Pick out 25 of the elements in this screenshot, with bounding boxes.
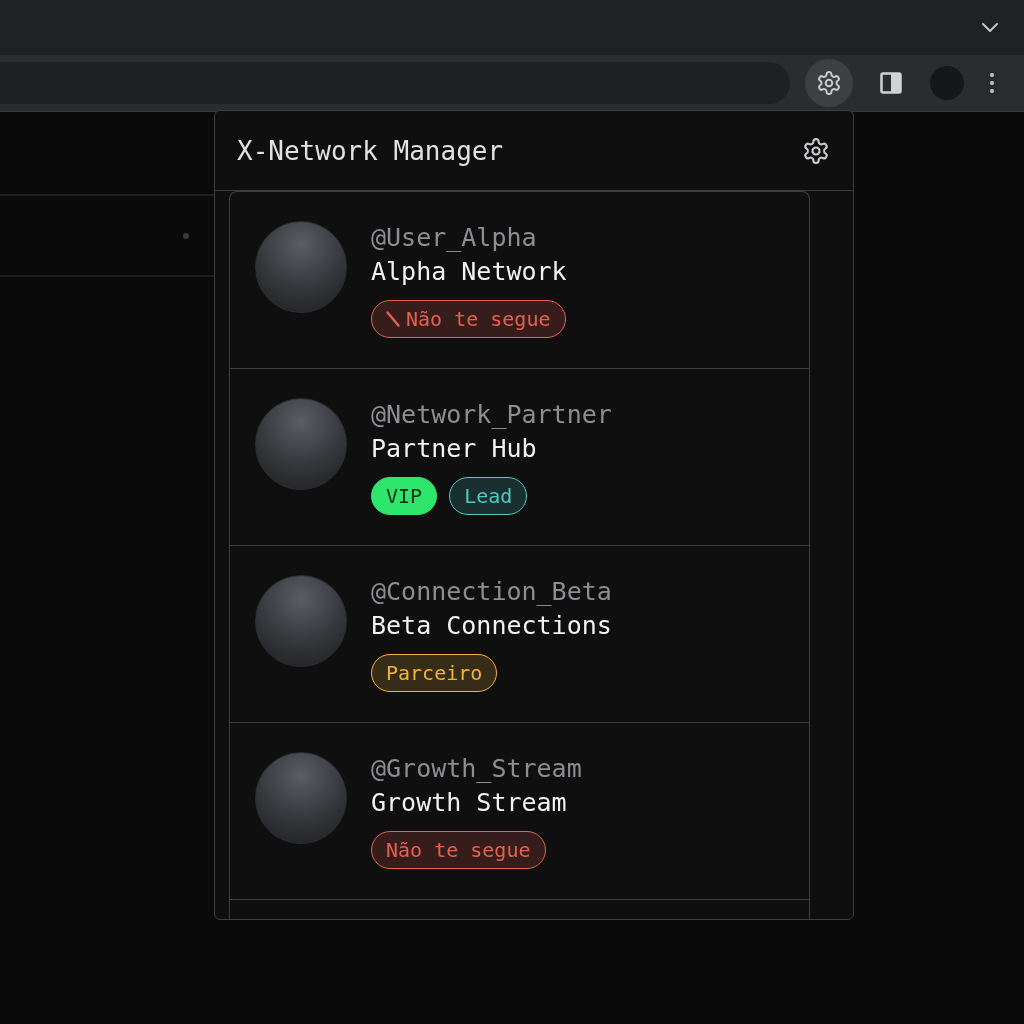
account-row[interactable]: @Connection_Beta Beta Connections Parceiro xyxy=(230,546,809,723)
account-name: Growth Stream xyxy=(371,787,567,819)
account-handle: @Network_Partner xyxy=(371,399,612,431)
settings-icon[interactable] xyxy=(817,71,841,95)
dot-icon xyxy=(183,232,189,239)
side-panel-icon[interactable] xyxy=(880,72,902,94)
account-name: Partner Hub xyxy=(371,433,537,465)
account-name: Beta Connections xyxy=(371,610,612,642)
status-tag: Parceiro xyxy=(371,654,498,692)
account-handle: @Growth_Stream xyxy=(371,753,582,785)
popup-title: X-Network Manager xyxy=(237,135,504,166)
settings-icon[interactable] xyxy=(803,137,829,164)
status-tag: Lead xyxy=(449,477,528,515)
more-menu-icon[interactable] xyxy=(990,73,994,93)
chevron-down-icon[interactable] xyxy=(982,23,998,32)
account-row[interactable]: @Growth_Stream Growth Stream Não te segue xyxy=(230,723,809,900)
status-tag: Não te segue xyxy=(371,831,546,869)
account-row[interactable]: @User_Alpha Alpha Network Não te segue xyxy=(230,192,809,369)
account-name: Alpha Network xyxy=(371,256,567,288)
status-tag: VIP xyxy=(371,477,438,515)
status-tag: Não te segue xyxy=(371,300,566,338)
account-handle: @User_Alpha xyxy=(371,222,537,254)
account-row[interactable]: @Network_Partner Partner Hub VIP Lead xyxy=(230,369,809,546)
extension-button[interactable] xyxy=(805,59,853,107)
account-handle: @Connection_Beta xyxy=(371,576,612,608)
